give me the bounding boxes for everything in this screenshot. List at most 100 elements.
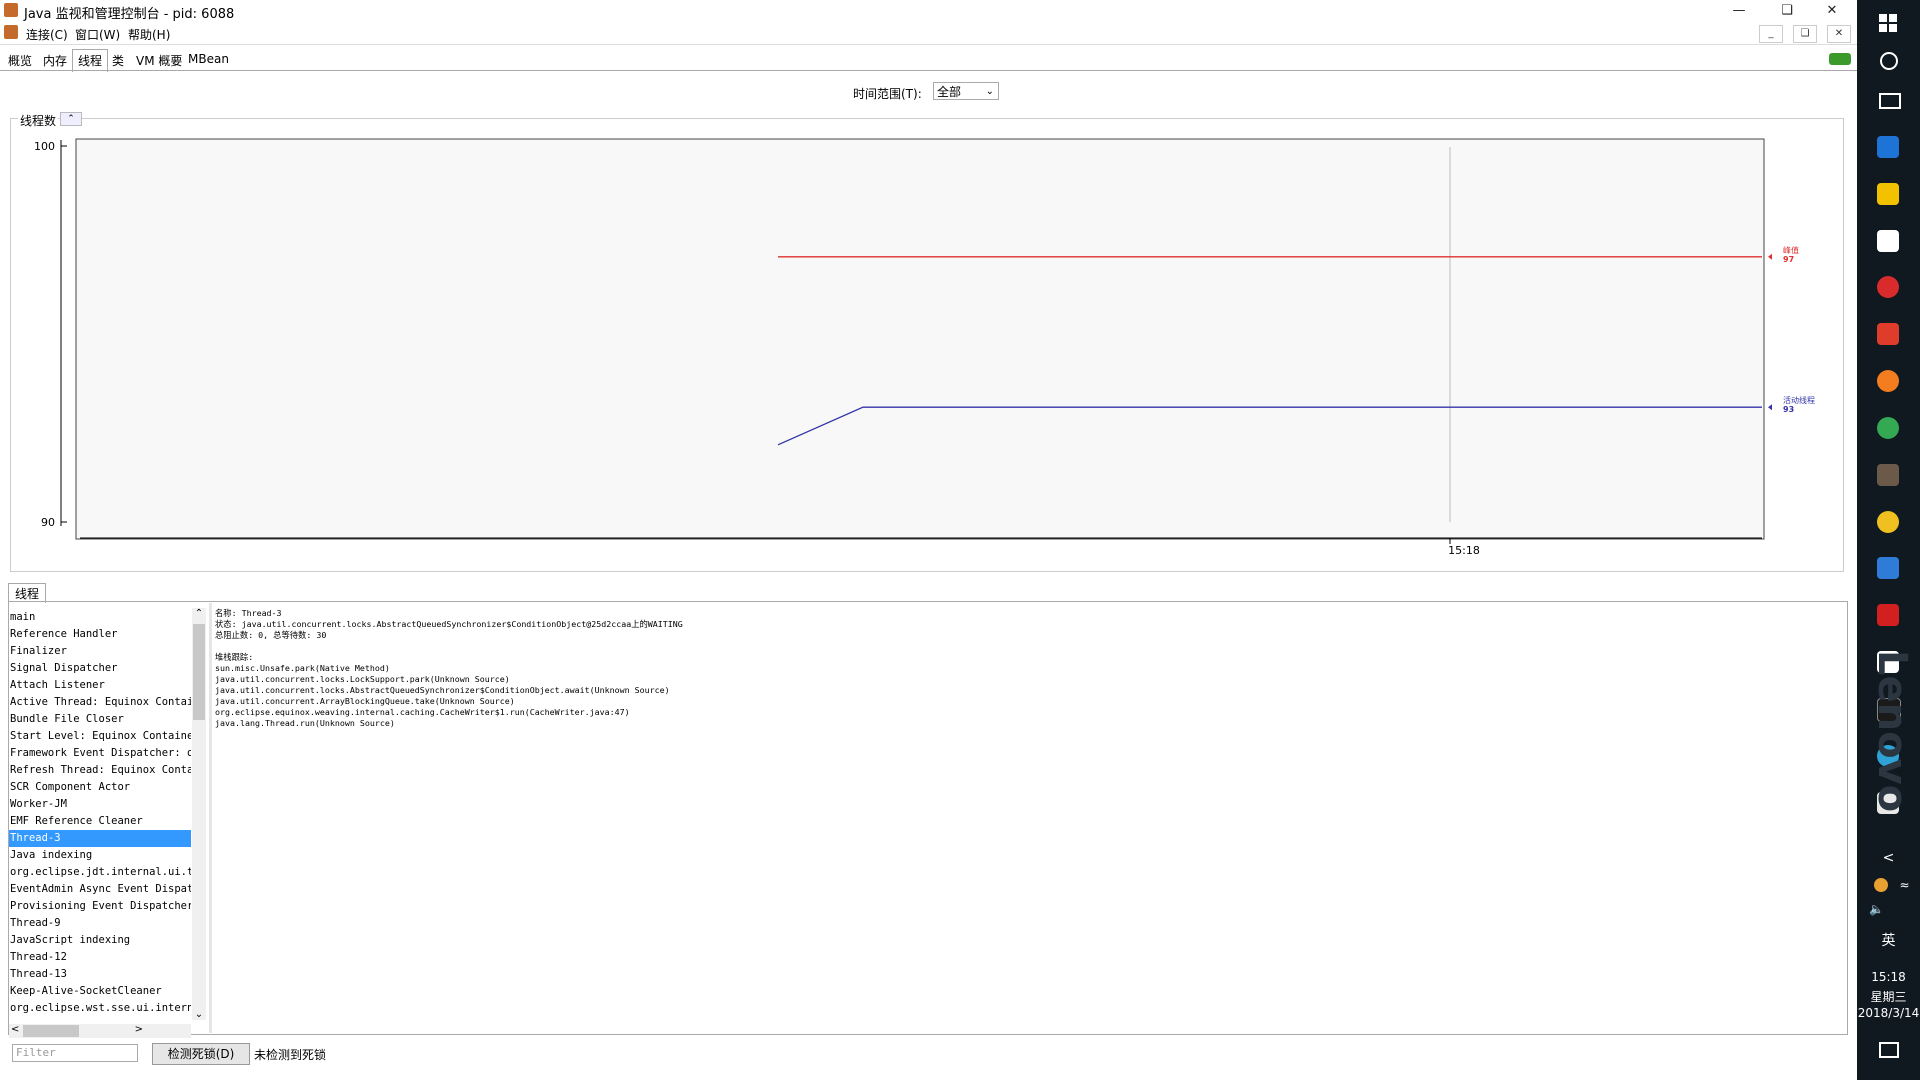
thread-list-item[interactable]: Finalizer — [9, 643, 191, 660]
thread-list-item[interactable]: Signal Dispatcher — [9, 660, 191, 677]
app-film-icon[interactable] — [1877, 464, 1899, 486]
tab-vm-summary[interactable]: VM 概要 — [136, 52, 182, 69]
app-red-square-icon[interactable] — [1877, 323, 1899, 345]
clock-date: 2018/3/14 — [1857, 1006, 1920, 1020]
thread-list-item[interactable]: Active Thread: Equinox Contain — [9, 694, 191, 711]
detail-stack-label: 堆栈跟踪: — [215, 652, 254, 662]
legend-marker — [1768, 404, 1772, 411]
minimize-button[interactable]: — — [1719, 0, 1759, 22]
taskbar: Lenovo < ≈ 🔈 英 15:18 星期三 2018/3/14 — [1857, 0, 1920, 1080]
menu-bar: 连接(C) 窗口(W) 帮助(H) _ ❏ ✕ — [0, 22, 1857, 45]
time-range-select[interactable]: 全部 ⌄ — [933, 82, 999, 100]
stack-trace: sun.misc.Unsafe.park(Native Method) java.… — [215, 663, 1835, 729]
menu-connection[interactable]: 连接(C) — [26, 26, 68, 43]
thread-list[interactable]: main Reference Handler Finalizer Signal Dis… — [9, 609, 191, 1025]
thread-list-item[interactable]: Thread-12 — [9, 949, 191, 966]
thread-list-item[interactable]: Refresh Thread: Equinox Contai — [9, 762, 191, 779]
thread-list-item[interactable]: Thread-9 — [9, 915, 191, 932]
stack-frame: java.util.concurrent.ArrayBlockingQueue.… — [215, 696, 515, 706]
scroll-up-icon[interactable]: ⌃ — [192, 608, 206, 619]
tab-divider — [0, 70, 1857, 71]
deadlock-status: 未检测到死锁 — [254, 1048, 327, 1062]
tab-classes[interactable]: 类 — [112, 52, 124, 69]
chrome-icon[interactable] — [1877, 417, 1899, 439]
filter-input[interactable]: Filter — [12, 1044, 138, 1062]
hscroll-thumb[interactable] — [23, 1025, 79, 1037]
inner-restore-button[interactable]: ❏ — [1793, 25, 1817, 43]
tab-mbean[interactable]: MBean — [188, 52, 229, 66]
pdf-reader-icon[interactable] — [1877, 604, 1899, 626]
thread-list-item[interactable]: Start Level: Equinox Container — [9, 728, 191, 745]
thread-list-item[interactable]: EventAdmin Async Event Dispatc — [9, 881, 191, 898]
app-duck-icon[interactable] — [1877, 511, 1899, 533]
wifi-icon[interactable]: ≈ — [1873, 878, 1920, 892]
restore-button[interactable]: ❏ — [1767, 0, 1807, 22]
title-bar: Java 监视和管理控制台 - pid: 6088 — ❏ ✕ — [0, 0, 1857, 22]
cortana-icon[interactable] — [1880, 52, 1898, 70]
time-range-value: 全部 — [937, 85, 962, 99]
ime-indicator[interactable]: 英 — [1857, 930, 1920, 950]
thread-list-item[interactable]: Worker-JM — [9, 796, 191, 813]
thread-list-vscroll[interactable]: ⌃ ⌄ — [192, 608, 206, 1020]
y-tick-label: 100 — [34, 140, 55, 153]
thread-list-item[interactable]: org.eclipse.wst.sse.ui.interna — [9, 1000, 191, 1017]
stack-frame: sun.misc.Unsafe.park(Native Method) — [215, 663, 390, 673]
connection-status-icon — [1829, 53, 1851, 65]
notification-icon[interactable] — [1879, 1042, 1899, 1058]
windows-start-icon[interactable] — [1879, 14, 1897, 32]
thread-list-item[interactable]: Attach Listener — [9, 677, 191, 694]
y-tick-label: 90 — [41, 516, 55, 529]
thread-list-item[interactable]: Framework Event Dispatcher: or — [9, 745, 191, 762]
app-cloud-icon[interactable] — [1877, 557, 1899, 579]
time-range-label: 时间范围(T): — [853, 87, 922, 101]
tab-memory[interactable]: 内存 — [43, 52, 67, 69]
firefox-icon[interactable] — [1877, 370, 1899, 392]
detect-deadlock-button[interactable]: 检测死锁(D) — [152, 1043, 250, 1065]
stack-frame: java.lang.Thread.run(Unknown Source) — [215, 718, 395, 728]
stack-frame: java.util.concurrent.locks.LockSupport.p… — [215, 674, 510, 684]
java-app-icon — [4, 3, 18, 17]
thread-list-item[interactable]: EMF Reference Cleaner — [9, 813, 191, 830]
thread-list-item[interactable]: JavaScript indexing — [9, 932, 191, 949]
file-explorer-icon[interactable] — [1877, 183, 1899, 205]
thread-list-item[interactable]: org.eclipse.jdt.internal.ui.te — [9, 864, 191, 881]
main-tabs: 概览 内存 线程 类 VM 概要 MBean — [0, 48, 1857, 72]
scroll-left-icon[interactable]: < — [11, 1024, 19, 1035]
scroll-right-icon[interactable]: > — [135, 1024, 143, 1035]
tab-overview[interactable]: 概览 — [8, 52, 32, 69]
inner-minimize-button[interactable]: _ — [1759, 25, 1783, 43]
task-view-icon[interactable] — [1879, 93, 1901, 109]
store-icon[interactable] — [1877, 230, 1899, 252]
legend-label: 峰值 — [1783, 245, 1799, 255]
scroll-down-icon[interactable]: ⌄ — [192, 1009, 206, 1020]
scroll-thumb[interactable] — [193, 624, 205, 720]
tray-expand-icon[interactable]: < — [1857, 850, 1920, 866]
internal-frame-icon — [4, 25, 18, 39]
jconsole-window: Java 监视和管理控制台 - pid: 6088 — ❏ ✕ 连接(C) 窗口… — [0, 0, 1857, 1080]
thread-list-item[interactable]: Bundle File Closer — [9, 711, 191, 728]
edge-icon[interactable] — [1877, 136, 1899, 158]
close-button[interactable]: ✕ — [1812, 0, 1852, 22]
menu-window[interactable]: 窗口(W) — [75, 26, 120, 43]
thread-list-item[interactable]: SCR Component Actor — [9, 779, 191, 796]
thread-list-item[interactable]: Keep-Alive-SocketCleaner — [9, 983, 191, 1000]
clock-weekday: 星期三 — [1870, 990, 1907, 1004]
detail-state: 状态: java.util.concurrent.locks.AbstractQ… — [215, 619, 683, 629]
thread-list-item[interactable]: Thread-3 — [9, 830, 191, 847]
thread-list-item[interactable]: Java indexing — [9, 847, 191, 864]
thread-list-item[interactable]: main — [9, 609, 191, 626]
thread-details: 名称: Thread-3 状态: java.util.concurrent.lo… — [215, 608, 1835, 1028]
app-red-circle-icon[interactable] — [1877, 276, 1899, 298]
thread-list-item[interactable]: Thread-13 — [9, 966, 191, 983]
tab-threads[interactable]: 线程 — [72, 49, 109, 72]
thread-list-item[interactable]: Provisioning Event Dispatcher — [9, 898, 191, 915]
thread-list-hscroll[interactable]: < > — [9, 1024, 191, 1038]
legend-value: 97 — [1783, 255, 1794, 264]
thread-list-item[interactable]: Reference Handler — [9, 626, 191, 643]
volume-icon[interactable]: 🔈 — [1845, 902, 1908, 916]
threads-subtab[interactable]: 线程 — [8, 583, 47, 603]
split-divider[interactable] — [209, 603, 212, 1033]
clock-time[interactable]: 15:18 — [1857, 970, 1920, 984]
menu-help[interactable]: 帮助(H) — [128, 26, 170, 43]
inner-close-button[interactable]: ✕ — [1827, 25, 1851, 43]
